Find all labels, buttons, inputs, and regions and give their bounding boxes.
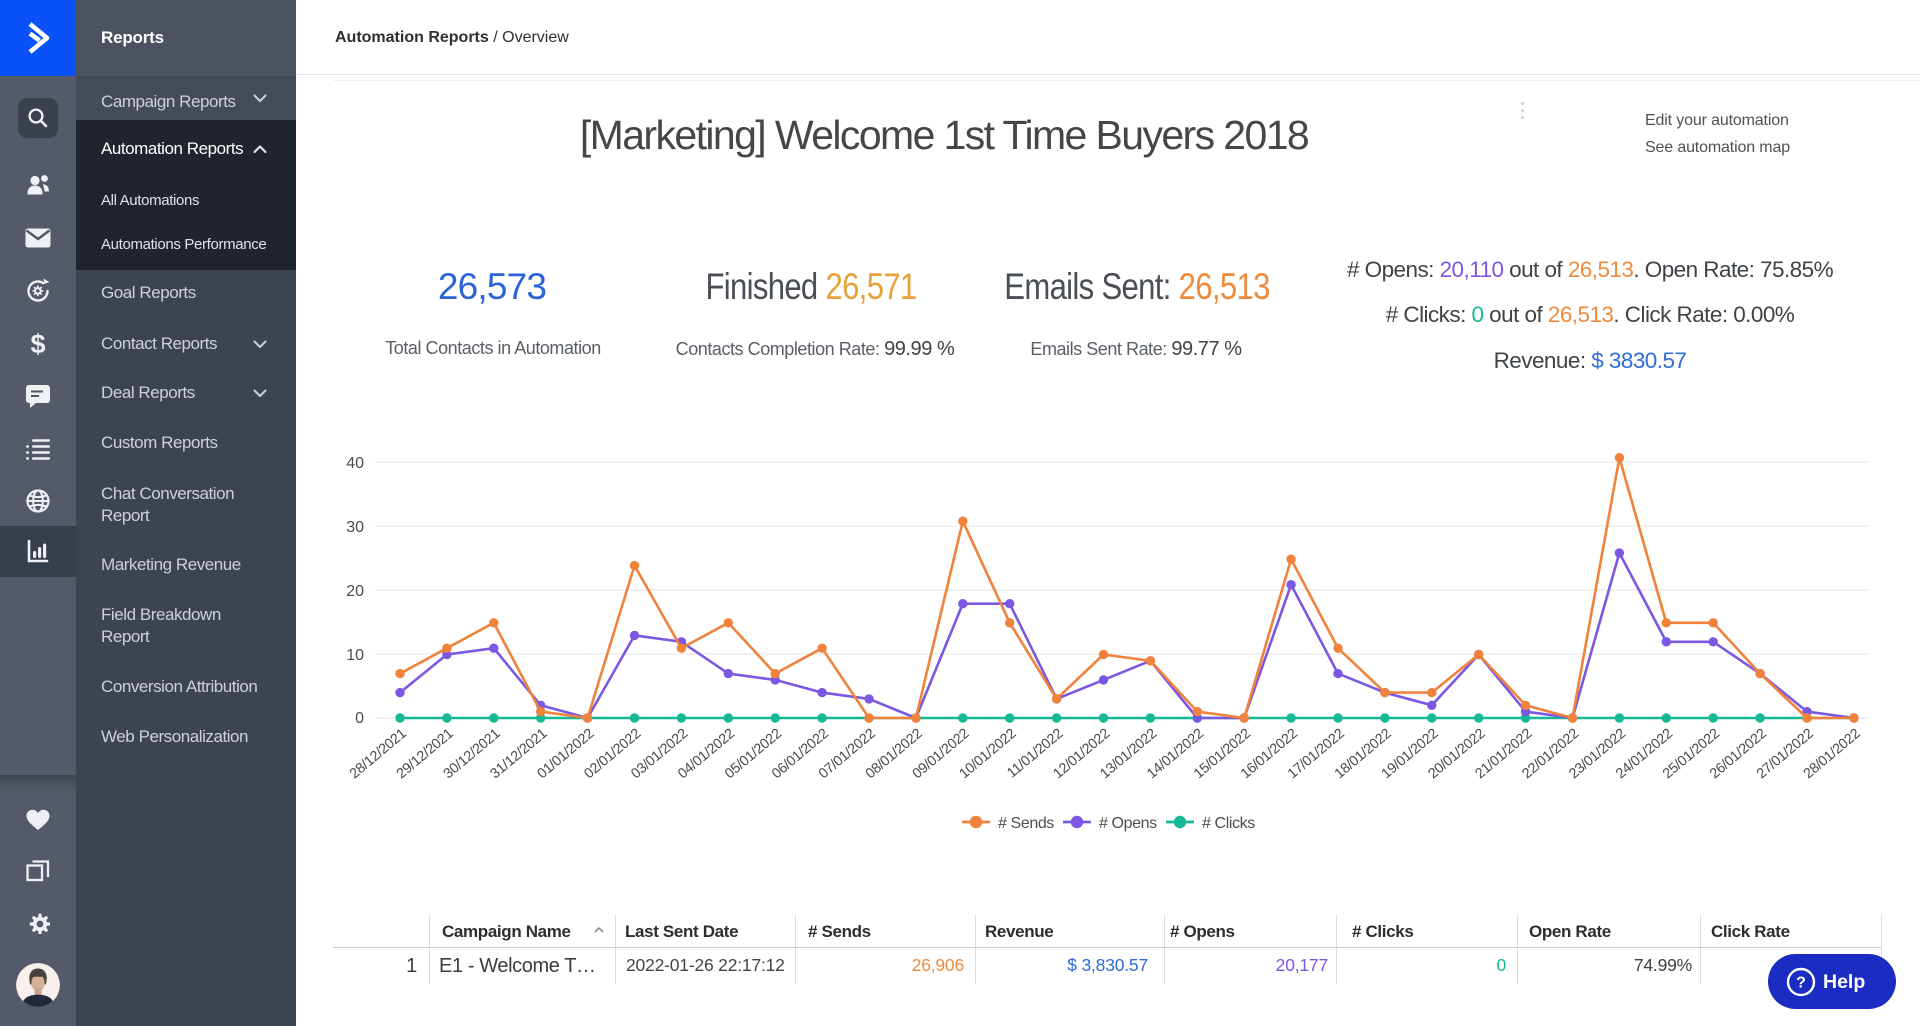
svg-text:# Clicks: # Clicks — [1202, 815, 1255, 832]
svg-text:10: 10 — [346, 647, 364, 664]
svg-text:30: 30 — [346, 519, 364, 536]
svg-text:# Sends: # Sends — [998, 815, 1054, 832]
svg-text:# Opens: # Opens — [1099, 815, 1157, 832]
svg-text:20: 20 — [346, 583, 364, 600]
svg-text:40: 40 — [346, 455, 364, 472]
svg-text:?: ? — [1796, 975, 1806, 992]
svg-text:0: 0 — [355, 710, 364, 727]
